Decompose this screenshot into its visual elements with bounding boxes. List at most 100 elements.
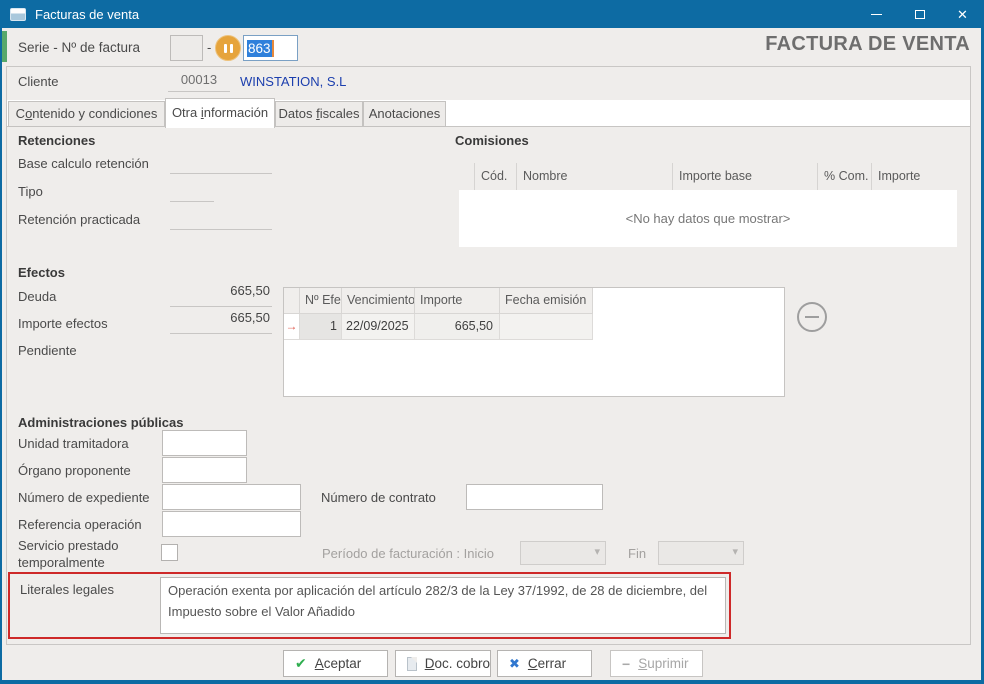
unidad-tramitadora-label: Unidad tramitadora <box>18 436 129 451</box>
tipo-field[interactable] <box>170 178 214 202</box>
serie-label: Serie - Nº de factura <box>18 40 140 55</box>
form-title: FACTURA DE VENTA <box>765 33 970 56</box>
pause-icon <box>224 44 227 53</box>
administraciones-title: Administraciones públicas <box>18 415 183 430</box>
efectos-table: Nº Efecto Vencimiento Importe Fecha emis… <box>283 287 785 397</box>
comisiones-indicator-col <box>459 163 475 190</box>
tab-label-part: nformación <box>204 105 268 120</box>
efectos-cell-fecha[interactable] <box>500 314 593 340</box>
comisiones-table: Cód. Nombre Importe base % Com. Importe … <box>459 163 957 247</box>
servicio-prestado-checkbox[interactable] <box>161 544 178 561</box>
tab-label-part: C <box>16 106 25 121</box>
invoice-number-value: 863 <box>247 40 272 57</box>
efectos-title: Efectos <box>18 265 65 280</box>
label-part: D <box>425 656 435 671</box>
retenciones-title: Retenciones <box>18 133 95 148</box>
importe-efectos-label: Importe efectos <box>18 316 108 331</box>
aceptar-button[interactable]: ✔ Aceptar <box>283 650 388 677</box>
efectos-col-vencimiento[interactable]: Vencimiento <box>342 288 415 314</box>
tab-anotaciones[interactable]: Anotaciones <box>363 101 446 127</box>
window-title: Facturas de venta <box>35 7 139 22</box>
label-part: A <box>315 656 324 671</box>
remove-effect-button[interactable] <box>797 302 827 332</box>
minus-icon: − <box>622 656 630 672</box>
tab-label-part: Datos <box>279 106 317 121</box>
chevron-down-icon: ▾ <box>732 545 738 558</box>
efectos-col-fecha-emision[interactable]: Fecha emisión <box>500 288 593 314</box>
tab-contenido-y-condiciones[interactable]: Contenido y condiciones <box>8 101 165 127</box>
tab-otra-informacion[interactable]: Otra información <box>165 98 275 128</box>
referencia-operacion-label: Referencia operación <box>18 517 142 532</box>
periodo-fin-dropdown[interactable]: ▾ <box>658 541 744 565</box>
literales-legales-textarea[interactable]: Operación exenta por aplicación del artí… <box>160 577 726 634</box>
tab-label-part: Otra <box>172 105 201 120</box>
invoice-number-input[interactable]: 863 <box>243 35 298 61</box>
efectos-cell-vencimiento[interactable]: 22/09/2025 <box>342 314 415 340</box>
organo-proponente-input[interactable] <box>162 457 247 483</box>
serie-dash: - <box>207 40 211 55</box>
numero-contrato-input[interactable] <box>466 484 603 510</box>
comisiones-title: Comisiones <box>455 133 529 148</box>
cliente-code-field[interactable]: 00013 <box>168 68 230 92</box>
doc-cobro-button[interactable]: Doc. cobro <box>395 650 491 677</box>
pendiente-label: Pendiente <box>18 343 77 358</box>
efectos-cell-num[interactable]: 1 <box>300 314 342 340</box>
periodo-facturacion-label: Período de facturación : Inicio <box>322 546 494 561</box>
tipo-label: Tipo <box>18 184 43 199</box>
efectos-col-importe[interactable]: Importe <box>415 288 500 314</box>
minus-circle-icon <box>805 316 819 318</box>
tab-label-part: Anotaciones <box>369 106 441 121</box>
comisiones-header-row: Cód. Nombre Importe base % Com. Importe <box>459 163 957 190</box>
numero-expediente-input[interactable] <box>162 484 301 510</box>
efectos-cell-importe[interactable]: 665,50 <box>415 314 500 340</box>
retencion-practicada-label: Retención practicada <box>18 212 140 227</box>
base-retencion-label: Base calculo retención <box>18 156 149 171</box>
button-label: Doc. cobro <box>425 656 490 671</box>
comisiones-col-importe-base[interactable]: Importe base <box>673 163 818 190</box>
suprimir-button[interactable]: − Suprimir <box>610 650 703 677</box>
close-button[interactable]: ✕ <box>941 0 984 28</box>
check-icon: ✔ <box>295 655 307 672</box>
minimize-button[interactable] <box>855 0 898 28</box>
periodo-inicio-dropdown[interactable]: ▾ <box>520 541 606 565</box>
efectos-header-row: Nº Efecto Vencimiento Importe Fecha emis… <box>284 288 784 314</box>
referencia-operacion-input[interactable] <box>162 511 301 537</box>
retencion-practicada-field[interactable] <box>170 206 272 230</box>
tab-label-part: ntenido y condiciones <box>32 106 157 121</box>
button-label: Aceptar <box>315 656 362 671</box>
tab-label-part: iscales <box>320 106 360 121</box>
servicio-prestado-label-line1: Servicio prestado <box>18 538 118 553</box>
base-retencion-field[interactable] <box>170 150 272 174</box>
comisiones-col-cod[interactable]: Cód. <box>475 163 517 190</box>
document-icon <box>407 657 417 671</box>
literales-legales-label: Literales legales <box>20 582 114 597</box>
serie-input[interactable] <box>170 35 203 61</box>
comisiones-col-importe[interactable]: Importe <box>872 163 957 190</box>
efectos-table-row[interactable]: → 1 22/09/2025 665,50 <box>284 314 784 340</box>
cliente-label: Cliente <box>18 74 58 89</box>
cerrar-button[interactable]: ✖ Cerrar <box>497 650 592 677</box>
label-part: oc. cobro <box>434 656 490 671</box>
label-part: S <box>638 656 647 671</box>
button-label: Cerrar <box>528 656 566 671</box>
close-icon: ✕ <box>957 8 968 21</box>
maximize-icon <box>915 10 925 19</box>
text-caret <box>272 40 274 57</box>
maximize-button[interactable] <box>898 0 941 28</box>
button-label: Suprimir <box>638 656 688 671</box>
window-border-left <box>0 28 2 684</box>
pause-button[interactable] <box>215 35 241 61</box>
app-icon <box>10 8 26 21</box>
comisiones-col-pct[interactable]: % Com. <box>818 163 872 190</box>
tab-datos-fiscales[interactable]: Datos fiscales <box>275 101 363 127</box>
efectos-indicator-col <box>284 288 300 314</box>
chevron-down-icon: ▾ <box>594 545 600 558</box>
efectos-col-num[interactable]: Nº Efecto <box>300 288 342 314</box>
unidad-tramitadora-input[interactable] <box>162 430 247 456</box>
cliente-name-link[interactable]: WINSTATION, S.L <box>240 74 346 89</box>
deuda-field: 665,50 <box>170 283 272 307</box>
numero-expediente-label: Número de expediente <box>18 490 150 505</box>
comisiones-empty-state: <No hay datos que mostrar> <box>459 190 957 247</box>
comisiones-col-nombre[interactable]: Nombre <box>517 163 673 190</box>
organo-proponente-label: Órgano proponente <box>18 463 131 478</box>
